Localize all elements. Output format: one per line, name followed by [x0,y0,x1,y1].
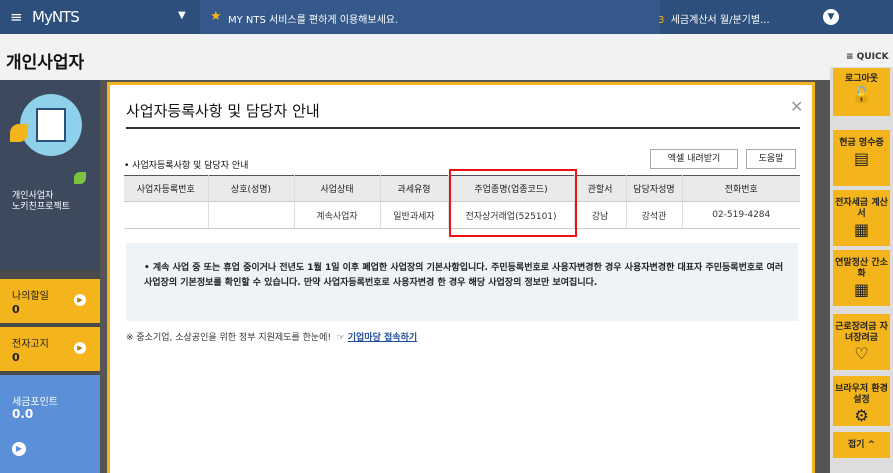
notice-banner[interactable]: MY NTS 서비스를 편하게 이용해보세요. [200,0,660,34]
leaf-icon [10,124,28,142]
logout-icon: 🔓 [851,85,872,104]
table-cell: 일반과세자 [380,201,449,229]
quick-logout[interactable]: 로그아웃 🔓 [833,68,890,116]
page-header: 개인사업자 ≡ QUICK [0,34,893,80]
table-cell: 강석관 [626,201,683,229]
quick-item-label: 근로장려금 자녀장려금 [835,322,888,343]
business-info-modal: 사업자등록사항 및 담당자 안내 ✕ • 사업자등록사항 및 담당자 안내 엑셀… [107,82,815,473]
profile-name: 노키친프로젝트 [12,202,70,212]
quick-item-label: 로그아웃 [844,74,879,84]
quick-fold-button[interactable]: 접기 ^ [833,432,890,458]
table-cell: 강남 [574,201,627,229]
star-icon: ★ [210,9,222,24]
page-title: 개인사업자 [6,53,85,73]
chevron-right-icon[interactable]: ▶ [74,342,86,354]
section-subtitle: • 사업자등록사항 및 담당자 안내 [124,161,249,171]
sidebar-tax-points[interactable]: 세금포인트 0.0 ▶ [0,375,100,473]
chevron-right-icon[interactable]: ▶ [12,442,26,456]
gear-icon: ⚙ [854,406,869,425]
footer-text: ※ 중소기업, 소상공인을 위한 정부 지원제도를 한눈에! [126,333,332,343]
table-cell: 02-519-4284 [682,201,800,229]
receipt-icon: ▤ [853,149,870,168]
table-cell [124,201,209,229]
quick-e-invoice[interactable]: 전자세금 계산서 ▦ [833,190,890,246]
quick-item-label: 연말정산 간소화 [835,258,888,279]
quick-item-label: 브라우저 환경설정 [835,384,888,405]
table-cell [208,201,295,229]
invoice-icon: ▦ [853,220,870,239]
e-notice-value: 0 [12,351,20,364]
quick-cash-receipt[interactable]: 현금 영수증 ▤ [833,130,890,186]
my-tasks-label: 나의할일 [12,291,49,302]
quick-incentive[interactable]: 근로장려금 자녀장려금 ♡ [833,314,890,370]
profile-type: 개인사업자 [12,191,54,201]
sidebar-my-tasks[interactable]: 나의할일 0 ▶ [0,279,100,323]
e-notice-label: 전자고지 [12,339,49,350]
sidebar-e-notice[interactable]: 전자고지 0 ▶ [0,327,100,371]
expand-alerts-icon[interactable]: ▼ [823,9,839,25]
chevron-down-icon[interactable]: ▼ [178,10,186,21]
calculator-icon: ▦ [853,280,870,299]
col-header: 상호(성명) [208,175,295,202]
help-button[interactable]: 도움말 [746,149,796,169]
quick-item-label: 전자세금 계산서 [835,198,888,219]
my-tasks-value: 0 [12,303,20,316]
col-header: 사업상태 [294,175,381,202]
building-icon [36,108,66,142]
quick-item-label: 현금 영수증 [839,138,884,148]
highlight-box [449,169,577,237]
notice-text: MY NTS 서비스를 편하게 이용해보세요. [228,15,399,26]
quick-menu-label[interactable]: ≡ QUICK [846,52,889,62]
top-navigation-bar: ≡ MyNTS ▼ MY NTS 서비스를 편하게 이용해보세요. ★ 3 세금… [0,0,893,34]
col-header: 담당자성명 [626,175,683,202]
fold-label: 접기 ^ [847,440,876,450]
col-header: 전화번호 [682,175,800,202]
heart-icon: ♡ [854,344,869,363]
quick-year-end[interactable]: 연말정산 간소화 ▦ [833,250,890,306]
footer-notice: ※ 중소기업, 소상공인을 위한 정부 지원제도를 한눈에! ☞ 기업마당 접속… [126,330,417,343]
alert-ticker[interactable]: 3 세금계산서 월/분기별... [658,11,770,26]
bizinfo-link[interactable]: 기업마당 접속하기 [348,333,417,343]
table-cell: 계속사업자 [294,201,381,229]
tax-points-value: 0.0 [12,407,34,421]
chevron-right-icon[interactable]: ▶ [74,294,86,306]
profile-card: 개인사업자 노키친프로젝트 [0,80,100,270]
alert-count: 3 [658,15,665,26]
title-divider [126,127,800,129]
col-header: 사업자등록번호 [124,175,209,202]
tax-points-label: 세금포인트 [12,397,58,408]
alert-text: 세금계산서 월/분기별... [670,15,770,26]
close-icon[interactable]: ✕ [790,97,803,116]
modal-title: 사업자등록사항 및 담당자 안내 [126,102,320,120]
col-header: 과세유형 [380,175,449,202]
leaf-icon [74,172,86,184]
excel-download-button[interactable]: 엑셀 내려받기 [650,149,738,169]
info-notice: • 계속 사업 중 또는 휴업 중이거나 전년도 1월 1일 이후 폐업한 사업… [126,243,798,321]
quick-browser-settings[interactable]: 브라우저 환경설정 ⚙ [833,376,890,426]
app-logo[interactable]: MyNTS [32,8,80,26]
col-header: 관할서 [574,175,627,202]
link-icon: ☞ [333,333,345,343]
hamburger-icon[interactable]: ≡ [10,8,23,26]
